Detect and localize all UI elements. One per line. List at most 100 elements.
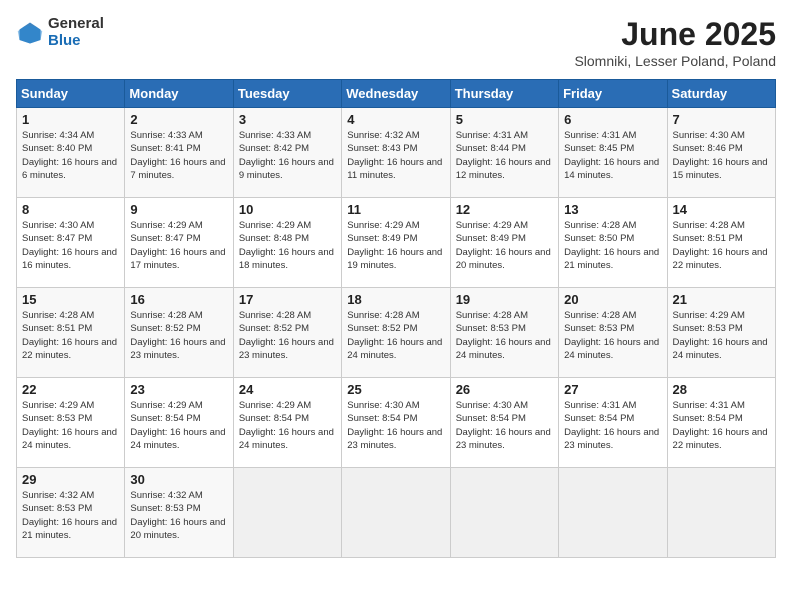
calendar-cell: 15 Sunrise: 4:28 AM Sunset: 8:51 PM Dayli… <box>17 288 125 378</box>
day-info: Sunrise: 4:28 AM Sunset: 8:52 PM Dayligh… <box>239 309 336 362</box>
day-number: 5 <box>456 112 553 127</box>
calendar-cell: 11 Sunrise: 4:29 AM Sunset: 8:49 PM Dayli… <box>342 198 450 288</box>
calendar-cell: 29 Sunrise: 4:32 AM Sunset: 8:53 PM Dayli… <box>17 468 125 558</box>
day-number: 18 <box>347 292 444 307</box>
header-wednesday: Wednesday <box>342 80 450 108</box>
day-info: Sunrise: 4:32 AM Sunset: 8:53 PM Dayligh… <box>130 489 227 542</box>
day-info: Sunrise: 4:28 AM Sunset: 8:53 PM Dayligh… <box>456 309 553 362</box>
calendar-cell: 2 Sunrise: 4:33 AM Sunset: 8:41 PM Daylig… <box>125 108 233 198</box>
header-saturday: Saturday <box>667 80 775 108</box>
calendar-cell: 6 Sunrise: 4:31 AM Sunset: 8:45 PM Daylig… <box>559 108 667 198</box>
calendar-cell <box>559 468 667 558</box>
logo: General Blue <box>16 16 104 49</box>
day-number: 20 <box>564 292 661 307</box>
calendar-row: 1Sunrise: 4:34 AM Sunset: 8:40 PM Daylig… <box>17 108 776 198</box>
day-info: Sunrise: 4:33 AM Sunset: 8:42 PM Dayligh… <box>239 129 336 182</box>
day-number: 2 <box>130 112 227 127</box>
day-number: 14 <box>673 202 770 217</box>
day-info: Sunrise: 4:29 AM Sunset: 8:53 PM Dayligh… <box>673 309 770 362</box>
day-number: 13 <box>564 202 661 217</box>
day-info: Sunrise: 4:30 AM Sunset: 8:54 PM Dayligh… <box>347 399 444 452</box>
calendar-cell: 24Sunrise: 4:29 AM Sunset: 8:54 PM Dayli… <box>233 378 341 468</box>
calendar-cell: 7Sunrise: 4:30 AM Sunset: 8:46 PM Daylig… <box>667 108 775 198</box>
calendar-row: 8 Sunrise: 4:30 AM Sunset: 8:47 PM Daylig… <box>17 198 776 288</box>
day-number: 11 <box>347 202 444 217</box>
day-info: Sunrise: 4:33 AM Sunset: 8:41 PM Dayligh… <box>130 129 227 182</box>
header-tuesday: Tuesday <box>233 80 341 108</box>
calendar-cell: 9Sunrise: 4:29 AM Sunset: 8:47 PM Daylig… <box>125 198 233 288</box>
day-number: 9 <box>130 202 227 217</box>
calendar-cell: 8 Sunrise: 4:30 AM Sunset: 8:47 PM Daylig… <box>17 198 125 288</box>
day-info: Sunrise: 4:28 AM Sunset: 8:51 PM Dayligh… <box>673 219 770 272</box>
day-info: Sunrise: 4:29 AM Sunset: 8:54 PM Dayligh… <box>239 399 336 452</box>
logo-blue: Blue <box>48 33 104 50</box>
day-number: 4 <box>347 112 444 127</box>
calendar-row: 15 Sunrise: 4:28 AM Sunset: 8:51 PM Dayli… <box>17 288 776 378</box>
calendar-cell: 18 Sunrise: 4:28 AM Sunset: 8:52 PM Dayli… <box>342 288 450 378</box>
day-number: 12 <box>456 202 553 217</box>
calendar-cell: 26Sunrise: 4:30 AM Sunset: 8:54 PM Dayli… <box>450 378 558 468</box>
day-number: 10 <box>239 202 336 217</box>
calendar-cell <box>342 468 450 558</box>
day-number: 27 <box>564 382 661 397</box>
calendar-cell: 13 Sunrise: 4:28 AM Sunset: 8:50 PM Dayli… <box>559 198 667 288</box>
calendar-cell: 16 Sunrise: 4:28 AM Sunset: 8:52 PM Dayli… <box>125 288 233 378</box>
day-number: 6 <box>564 112 661 127</box>
day-number: 28 <box>673 382 770 397</box>
calendar-table: Sunday Monday Tuesday Wednesday Thursday… <box>16 79 776 558</box>
calendar-cell: 22 Sunrise: 4:29 AM Sunset: 8:53 PM Dayli… <box>17 378 125 468</box>
day-info: Sunrise: 4:31 AM Sunset: 8:45 PM Dayligh… <box>564 129 661 182</box>
calendar-cell: 23Sunrise: 4:29 AM Sunset: 8:54 PM Dayli… <box>125 378 233 468</box>
day-info: Sunrise: 4:29 AM Sunset: 8:53 PM Dayligh… <box>22 399 119 452</box>
day-info: Sunrise: 4:28 AM Sunset: 8:52 PM Dayligh… <box>347 309 444 362</box>
day-number: 16 <box>130 292 227 307</box>
day-info: Sunrise: 4:31 AM Sunset: 8:54 PM Dayligh… <box>564 399 661 452</box>
title-area: June 2025 Slomniki, Lesser Poland, Polan… <box>574 16 776 69</box>
day-number: 25 <box>347 382 444 397</box>
day-number: 8 <box>22 202 119 217</box>
day-info: Sunrise: 4:29 AM Sunset: 8:49 PM Dayligh… <box>456 219 553 272</box>
header-thursday: Thursday <box>450 80 558 108</box>
day-info: Sunrise: 4:29 AM Sunset: 8:49 PM Dayligh… <box>347 219 444 272</box>
calendar-cell: 5 Sunrise: 4:31 AM Sunset: 8:44 PM Daylig… <box>450 108 558 198</box>
day-info: Sunrise: 4:32 AM Sunset: 8:43 PM Dayligh… <box>347 129 444 182</box>
calendar-cell: 12 Sunrise: 4:29 AM Sunset: 8:49 PM Dayli… <box>450 198 558 288</box>
day-number: 15 <box>22 292 119 307</box>
day-number: 23 <box>130 382 227 397</box>
day-info: Sunrise: 4:28 AM Sunset: 8:50 PM Dayligh… <box>564 219 661 272</box>
calendar-title: June 2025 <box>574 16 776 53</box>
calendar-cell <box>233 468 341 558</box>
calendar-cell: 10 Sunrise: 4:29 AM Sunset: 8:48 PM Dayli… <box>233 198 341 288</box>
calendar-cell: 28 Sunrise: 4:31 AM Sunset: 8:54 PM Dayli… <box>667 378 775 468</box>
calendar-cell <box>450 468 558 558</box>
calendar-cell: 20 Sunrise: 4:28 AM Sunset: 8:53 PM Dayli… <box>559 288 667 378</box>
day-info: Sunrise: 4:32 AM Sunset: 8:53 PM Dayligh… <box>22 489 119 542</box>
day-info: Sunrise: 4:28 AM Sunset: 8:52 PM Dayligh… <box>130 309 227 362</box>
day-info: Sunrise: 4:28 AM Sunset: 8:51 PM Dayligh… <box>22 309 119 362</box>
calendar-cell: 30Sunrise: 4:32 AM Sunset: 8:53 PM Dayli… <box>125 468 233 558</box>
day-number: 17 <box>239 292 336 307</box>
day-info: Sunrise: 4:29 AM Sunset: 8:48 PM Dayligh… <box>239 219 336 272</box>
day-info: Sunrise: 4:30 AM Sunset: 8:46 PM Dayligh… <box>673 129 770 182</box>
header-sunday: Sunday <box>17 80 125 108</box>
calendar-cell: 4 Sunrise: 4:32 AM Sunset: 8:43 PM Daylig… <box>342 108 450 198</box>
calendar-cell: 21Sunrise: 4:29 AM Sunset: 8:53 PM Dayli… <box>667 288 775 378</box>
calendar-cell: 14 Sunrise: 4:28 AM Sunset: 8:51 PM Dayli… <box>667 198 775 288</box>
page-header: General Blue June 2025 Slomniki, Lesser … <box>16 16 776 69</box>
day-info: Sunrise: 4:30 AM Sunset: 8:54 PM Dayligh… <box>456 399 553 452</box>
day-number: 19 <box>456 292 553 307</box>
day-info: Sunrise: 4:31 AM Sunset: 8:54 PM Dayligh… <box>673 399 770 452</box>
calendar-cell: 19 Sunrise: 4:28 AM Sunset: 8:53 PM Dayli… <box>450 288 558 378</box>
day-info: Sunrise: 4:30 AM Sunset: 8:47 PM Dayligh… <box>22 219 119 272</box>
calendar-row: 29 Sunrise: 4:32 AM Sunset: 8:53 PM Dayli… <box>17 468 776 558</box>
calendar-cell: 3Sunrise: 4:33 AM Sunset: 8:42 PM Daylig… <box>233 108 341 198</box>
day-info: Sunrise: 4:28 AM Sunset: 8:53 PM Dayligh… <box>564 309 661 362</box>
calendar-cell: 17 Sunrise: 4:28 AM Sunset: 8:52 PM Dayli… <box>233 288 341 378</box>
header-friday: Friday <box>559 80 667 108</box>
day-number: 29 <box>22 472 119 487</box>
calendar-cell: 25 Sunrise: 4:30 AM Sunset: 8:54 PM Dayli… <box>342 378 450 468</box>
header-row: Sunday Monday Tuesday Wednesday Thursday… <box>17 80 776 108</box>
calendar-cell: 27 Sunrise: 4:31 AM Sunset: 8:54 PM Dayli… <box>559 378 667 468</box>
day-info: Sunrise: 4:31 AM Sunset: 8:44 PM Dayligh… <box>456 129 553 182</box>
day-number: 22 <box>22 382 119 397</box>
